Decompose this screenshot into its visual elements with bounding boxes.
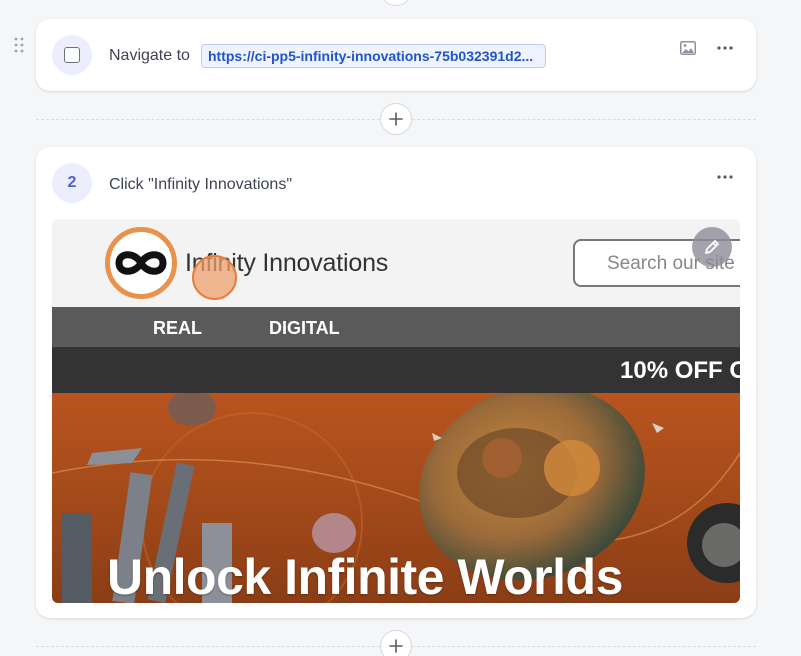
step-select-badge[interactable] xyxy=(52,35,92,75)
add-step-button[interactable] xyxy=(380,103,412,135)
pencil-icon xyxy=(705,240,719,254)
site-nav-item: DIGITAL xyxy=(269,318,340,338)
more-horizontal-icon xyxy=(717,175,733,179)
more-options-button[interactable] xyxy=(714,40,736,56)
more-options-button[interactable] xyxy=(714,169,736,185)
step-checkbox[interactable] xyxy=(64,47,80,63)
site-promo-bar: 10% OFF O xyxy=(52,347,740,393)
infinity-icon xyxy=(113,248,169,278)
site-nav: REAL DIGITAL xyxy=(52,307,740,347)
add-step-button-bottom[interactable] xyxy=(380,630,412,656)
site-logo xyxy=(105,227,177,299)
navigate-url-chip[interactable]: https://ci-pp5-infinity-innovations-75b0… xyxy=(201,44,546,68)
plus-icon xyxy=(389,639,403,653)
edit-screenshot-button[interactable] xyxy=(692,227,732,267)
step-action-label: Navigate to xyxy=(109,47,190,64)
image-icon xyxy=(680,41,696,55)
add-step-button-top[interactable] xyxy=(380,0,412,6)
site-hero-title: Unlock Infinite Worlds xyxy=(107,549,623,603)
step-number: 2 xyxy=(67,174,77,191)
site-promo-text: 10% OFF O xyxy=(620,357,740,384)
more-horizontal-icon xyxy=(717,46,733,50)
drag-handle-icon[interactable] xyxy=(14,37,24,53)
image-button[interactable] xyxy=(677,40,699,56)
site-nav-item: REAL xyxy=(153,318,202,338)
site-hero: Unlock Infinite Worlds xyxy=(52,393,740,603)
click-target-marker xyxy=(192,255,237,300)
step-card-click[interactable]: 2 Click "Infinity Innovations" Infinity … xyxy=(36,147,756,618)
site-header: Infinity Innovations Search our site xyxy=(52,219,740,307)
step-number-badge: 2 xyxy=(52,163,92,203)
plus-icon xyxy=(389,112,403,126)
step-action-label: Click "Infinity Innovations" xyxy=(109,176,292,193)
step-card-navigate[interactable]: Navigate to https://ci-pp5-infinity-inno… xyxy=(36,19,756,91)
step-screenshot[interactable]: Infinity Innovations Search our site REA… xyxy=(52,219,740,603)
